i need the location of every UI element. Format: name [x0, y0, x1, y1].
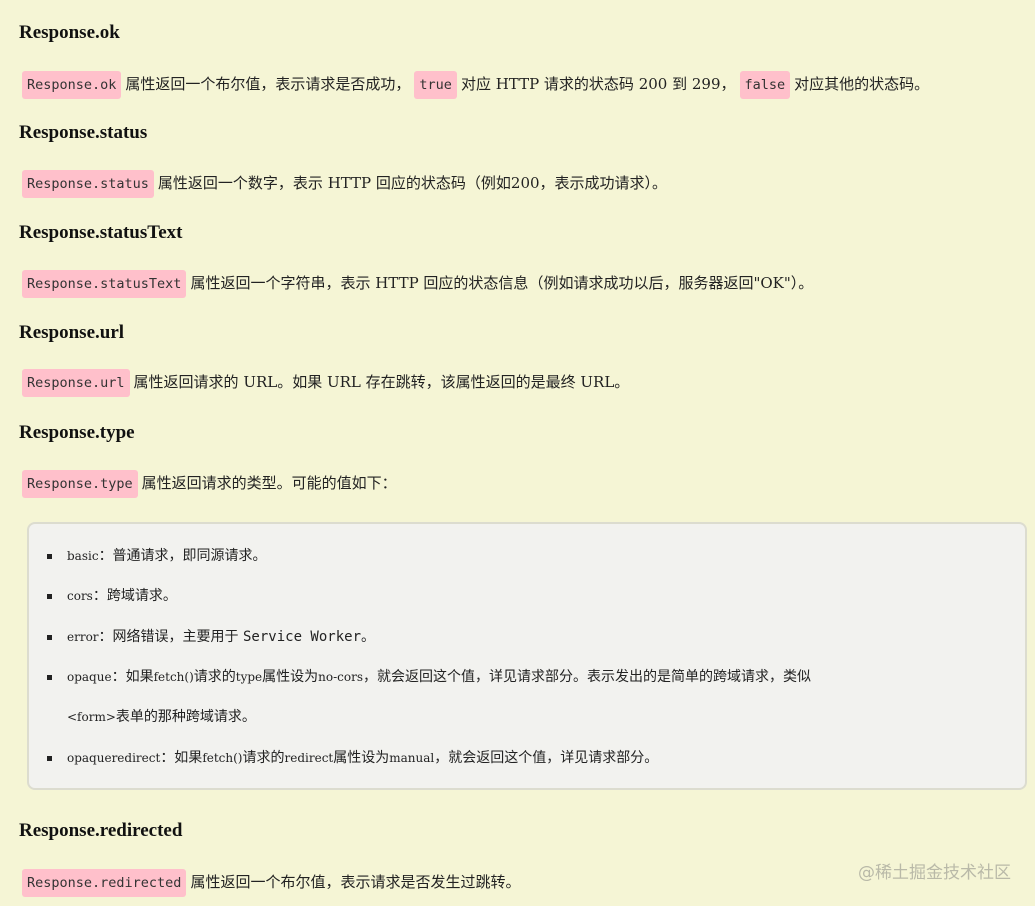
- value-cors: cors: [67, 589, 93, 603]
- bullet-icon: [47, 635, 52, 640]
- bullet-icon: [47, 554, 52, 559]
- value-opaque: opaque: [67, 670, 112, 684]
- bullet-icon: [47, 756, 52, 761]
- statustext-text: 属性返回一个字符串，表示 HTTP 回应的状态信息（例如请求成功以后，服务器返回…: [190, 274, 814, 292]
- bullet-icon: [47, 594, 52, 599]
- code-response-ok: Response.ok: [22, 71, 122, 99]
- opaque-line2-text: 表单的那种跨域请求。: [115, 709, 256, 725]
- value-basic: basic: [67, 549, 99, 563]
- list-item-basic: basic：普通请求，即同源请求。: [47, 546, 267, 566]
- code-response-status: Response.status: [22, 170, 154, 198]
- ok-text-1: 属性返回一个布尔值，表示请求是否成功，: [125, 75, 411, 93]
- code-true: true: [414, 71, 457, 99]
- list-item-error: error：网络错误，主要用于 Service Worker。: [47, 627, 376, 647]
- opaqueredirect-desc-1: ：如果: [160, 750, 203, 766]
- paragraph-response-ok: Response.ok 属性返回一个布尔值，表示请求是否成功， true 对应 HTT…: [22, 71, 929, 99]
- opaqueredirect-desc-3: 属性设为: [333, 750, 390, 766]
- opaque-nocors: no-cors: [318, 670, 364, 684]
- article-content: Response.ok Response.ok 属性返回一个布尔值，表示请求是否成…: [0, 0, 1035, 906]
- heading-response-url: Response.url: [19, 322, 125, 343]
- value-error: error: [67, 630, 99, 644]
- opaque-desc-1: ：如果: [111, 669, 154, 685]
- code-false: false: [739, 71, 791, 99]
- ok-text-3: 对应其他的状态码。: [794, 75, 930, 93]
- opaque-desc-4: ，就会返回这个值，详见请求部分。表示发出的是简单的跨域请求，类似: [363, 669, 812, 685]
- opaqueredirect-desc-2: 请求的: [242, 750, 285, 766]
- code-response-statustext: Response.statusText: [22, 270, 187, 298]
- ok-text-2: 对应 HTTP 请求的状态码 200 到 299，: [460, 75, 736, 93]
- redirected-text: 属性返回一个布尔值，表示请求是否发生过跳转。: [190, 873, 521, 891]
- desc-error-end: 。: [361, 629, 376, 645]
- opaqueredirect-redirect: redirect: [284, 751, 334, 765]
- watermark: @稀土掘金技术社区: [858, 863, 1011, 883]
- paragraph-response-redirected: Response.redirected 属性返回一个布尔值，表示请求是否发生过跳转…: [22, 869, 520, 897]
- code-response-redirected: Response.redirected: [22, 869, 187, 897]
- list-item-opaqueredirect: opaqueredirect：如果fetch()请求的redirect属性设为m…: [47, 748, 659, 768]
- paragraph-response-status: Response.status 属性返回一个数字，表示 HTTP 回应的状态码（例…: [22, 170, 667, 198]
- opaque-type: type: [235, 670, 263, 684]
- code-response-type: Response.type: [22, 470, 138, 498]
- desc-cors: ：跨域请求。: [92, 588, 177, 604]
- opaque-fetch: fetch(): [153, 670, 194, 684]
- code-response-url: Response.url: [22, 369, 130, 397]
- heading-response-status: Response.status: [19, 122, 148, 143]
- type-values-box: basic：普通请求，即同源请求。 cors：跨域请求。 error：网络错误，…: [27, 522, 1027, 790]
- heading-response-ok: Response.ok: [19, 22, 120, 43]
- bullet-icon: [47, 675, 52, 680]
- heading-response-statustext: Response.statusText: [19, 222, 183, 243]
- status-text: 属性返回一个数字，表示 HTTP 回应的状态码（例如200，表示成功请求）。: [157, 174, 668, 192]
- heading-response-type: Response.type: [19, 422, 135, 443]
- paragraph-response-url: Response.url 属性返回请求的 URL。如果 URL 存在跳转，该属性返…: [22, 369, 629, 397]
- opaque-desc-3: 属性设为: [262, 669, 319, 685]
- opaqueredirect-fetch: fetch(): [202, 751, 243, 765]
- opaqueredirect-manual: manual: [389, 751, 435, 765]
- desc-basic: ：普通请求，即同源请求。: [98, 548, 267, 564]
- type-text: 属性返回请求的类型。可能的值如下：: [141, 474, 397, 492]
- paragraph-response-statustext: Response.statusText 属性返回一个字符串，表示 HTTP 回应的…: [22, 270, 813, 298]
- list-item-opaque: opaque：如果fetch()请求的type属性设为no-cors，就会返回这…: [47, 667, 812, 687]
- service-worker-term: Service Worker: [243, 629, 362, 645]
- heading-response-redirected: Response.redirected: [19, 820, 183, 841]
- url-text: 属性返回请求的 URL。如果 URL 存在跳转，该属性返回的是最终 URL。: [133, 373, 630, 391]
- opaqueredirect-desc-4: ，就会返回这个值，详见请求部分。: [434, 750, 659, 766]
- opaque-form-tag: <form>: [67, 710, 116, 724]
- list-item-cors: cors：跨域请求。: [47, 586, 177, 606]
- paragraph-response-type: Response.type 属性返回请求的类型。可能的值如下：: [22, 470, 397, 498]
- value-opaqueredirect: opaqueredirect: [67, 751, 161, 765]
- opaque-desc-2: 请求的: [193, 669, 236, 685]
- desc-error: ：网络错误，主要用于: [98, 629, 243, 645]
- list-item-opaque-continued: <form>表单的那种跨域请求。: [67, 707, 256, 727]
